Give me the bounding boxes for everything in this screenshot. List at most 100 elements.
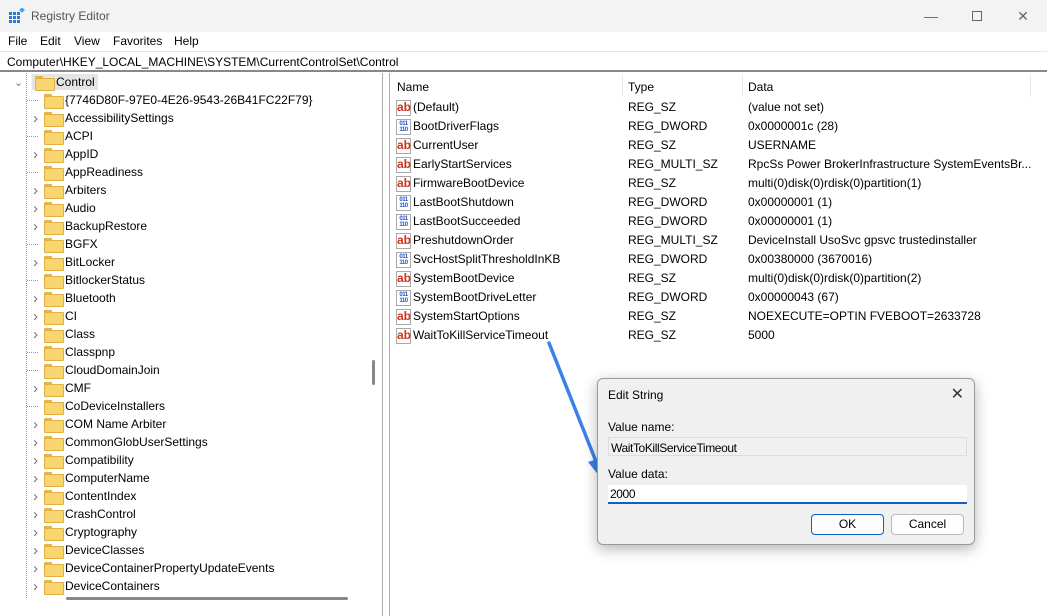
chevron-right-icon[interactable]: › (33, 505, 44, 523)
tree-node[interactable]: BitlockerStatus (27, 271, 145, 289)
menu-edit[interactable]: Edit (40, 34, 61, 48)
value-row[interactable]: 011 110 LastBootShutdown REG_DWORD 0x0000000… (390, 193, 1030, 212)
value-data: 0x00000001 (1) (748, 214, 833, 228)
chevron-right-icon[interactable]: › (33, 433, 44, 451)
column-header-data[interactable]: Data (748, 80, 773, 94)
tree-node[interactable]: › CommonGlobUserSettings (33, 433, 208, 451)
column-header-name[interactable]: Name (397, 80, 429, 94)
tree-node[interactable]: › COM Name Arbiter (33, 415, 166, 433)
tree-node[interactable]: › Bluetooth (33, 289, 116, 307)
column-divider[interactable] (742, 75, 743, 97)
chevron-right-icon[interactable]: › (33, 109, 44, 127)
chevron-right-icon[interactable]: › (33, 523, 44, 541)
chevron-right-icon[interactable]: › (33, 253, 44, 271)
value-data: RpcSs Power BrokerInfrastructure SystemE… (748, 157, 1032, 171)
chevron-right-icon[interactable]: › (33, 541, 44, 559)
folder-icon (44, 129, 64, 145)
maximize-button[interactable] (954, 0, 1000, 32)
tree-node[interactable]: › Cryptography (33, 523, 137, 541)
chevron-right-icon[interactable]: › (33, 217, 44, 235)
tree-node[interactable]: › ContentIndex (33, 487, 136, 505)
value-row[interactable]: ab EarlyStartServices REG_MULTI_SZ RpcSs Po… (390, 155, 1032, 174)
value-type: REG_SZ (628, 100, 677, 114)
value-row[interactable]: 011 110 SvcHostSplitThresholdInKB REG_DWORD… (390, 250, 1030, 269)
tree-node[interactable]: › BitLocker (33, 253, 115, 271)
value-data: multi(0)disk(0)rdisk(0)partition(1) (748, 176, 922, 190)
tree-node[interactable]: › DeviceContainers (33, 577, 160, 595)
tree-node[interactable]: › CMF (33, 379, 91, 397)
column-divider[interactable] (1030, 75, 1031, 97)
chevron-right-icon[interactable]: › (33, 469, 44, 487)
tree-node[interactable]: ACPI (27, 127, 93, 145)
tree-node[interactable]: › AppID (33, 145, 98, 163)
tree-node[interactable]: › ComputerName (33, 469, 150, 487)
tree-node[interactable]: › DeviceClasses (33, 541, 144, 559)
value-row[interactable]: 011 110 BootDriverFlags REG_DWORD 0x0000001c… (390, 117, 1030, 136)
value-data-input[interactable] (608, 485, 967, 504)
value-row[interactable]: ab CurrentUser REG_SZ USERNAME (390, 136, 1030, 155)
tree-node[interactable]: CloudDomainJoin (27, 361, 160, 379)
minimize-icon: — (924, 8, 938, 24)
tree-node[interactable]: CoDeviceInstallers (27, 397, 165, 415)
dialog-close-icon[interactable]: ✕ (951, 384, 964, 404)
value-row[interactable]: ab (Default) REG_SZ (value not set) (390, 98, 1030, 117)
chevron-down-icon[interactable]: ⌄ (14, 73, 24, 91)
tree-node[interactable]: › CI (33, 307, 77, 325)
column-divider[interactable] (622, 75, 623, 97)
value-row[interactable]: ab FirmwareBootDevice REG_SZ multi(0)disk(0… (390, 174, 1030, 193)
menu-favorites[interactable]: Favorites (113, 34, 162, 48)
value-row[interactable]: ab SystemStartOptions REG_SZ NOEXECUTE=OPT… (390, 307, 1030, 326)
tree-node-control[interactable]: ⌄ Control (14, 73, 98, 91)
column-header-type[interactable]: Type (628, 80, 654, 94)
tree-node[interactable]: Classpnp (27, 343, 116, 361)
folder-icon (44, 201, 64, 217)
value-row[interactable]: ab SystemBootDevice REG_SZ multi(0)disk(0)r… (390, 269, 1030, 288)
close-button[interactable]: ✕ (1000, 0, 1046, 32)
tree-node-label: DeviceClasses (65, 543, 145, 557)
folder-icon (44, 273, 64, 289)
string-value-icon: ab (396, 100, 412, 116)
value-row[interactable]: 011 110 LastBootSucceeded REG_DWORD 0x000000… (390, 212, 1030, 231)
value-row[interactable]: ab PreshutdownOrder REG_MULTI_SZ DeviceInst… (390, 231, 1030, 250)
chevron-right-icon[interactable]: › (33, 181, 44, 199)
menu-bar: File Edit View Favorites Help (0, 32, 1047, 51)
chevron-right-icon[interactable]: › (33, 325, 44, 343)
minimize-button[interactable]: — (908, 0, 954, 32)
value-row[interactable]: 011 110 SystemBootDriveLetter REG_DWORD 0x00… (390, 288, 1030, 307)
tree-node[interactable]: › CrashControl (33, 505, 136, 523)
tree-node[interactable]: › BackupRestore (33, 217, 147, 235)
tree-node[interactable]: › DeviceContainerPropertyUpdateEvents (33, 559, 274, 577)
tree-node[interactable]: › Class (33, 325, 95, 343)
value-data: 5000 (748, 328, 775, 342)
ok-button[interactable]: OK (811, 514, 884, 535)
chevron-right-icon[interactable]: › (33, 487, 44, 505)
chevron-right-icon[interactable]: › (33, 415, 44, 433)
tree-node-label: Classpnp (65, 345, 116, 359)
chevron-right-icon[interactable]: › (33, 577, 44, 595)
address-bar[interactable]: Computer\HKEY_LOCAL_MACHINE\SYSTEM\Curre… (0, 51, 1047, 72)
chevron-right-icon[interactable]: › (33, 199, 44, 217)
tree-node[interactable]: › Audio (33, 199, 96, 217)
tree-node[interactable]: BGFX (27, 235, 98, 253)
chevron-right-icon[interactable]: › (33, 145, 44, 163)
menu-view[interactable]: View (74, 34, 100, 48)
tree-node[interactable]: › AccessibilitySettings (33, 109, 174, 127)
tree-node[interactable]: AppReadiness (27, 163, 143, 181)
chevron-right-icon[interactable]: › (33, 307, 44, 325)
chevron-right-icon[interactable]: › (33, 289, 44, 307)
address-path[interactable]: Computer\HKEY_LOCAL_MACHINE\SYSTEM\Curre… (7, 55, 398, 69)
chevron-right-icon[interactable]: › (33, 379, 44, 397)
chevron-right-icon[interactable]: › (33, 451, 44, 469)
cancel-button[interactable]: Cancel (891, 514, 964, 535)
tree-horizontal-scrollbar[interactable] (66, 597, 348, 600)
chevron-right-icon[interactable]: › (33, 559, 44, 577)
tree-node[interactable]: › Arbiters (33, 181, 106, 199)
value-row[interactable]: ab WaitToKillServiceTimeout REG_SZ 5000 (390, 326, 1030, 345)
menu-file[interactable]: File (8, 34, 27, 48)
selected-node: Control (32, 74, 98, 91)
tree-node[interactable]: {7746D80F-97E0-4E26-9543-26B41FC22F79} (27, 91, 313, 109)
folder-icon (44, 147, 64, 163)
tree-node[interactable]: › Compatibility (33, 451, 134, 469)
menu-help[interactable]: Help (174, 34, 199, 48)
tree-vertical-scrollbar[interactable] (372, 360, 375, 385)
